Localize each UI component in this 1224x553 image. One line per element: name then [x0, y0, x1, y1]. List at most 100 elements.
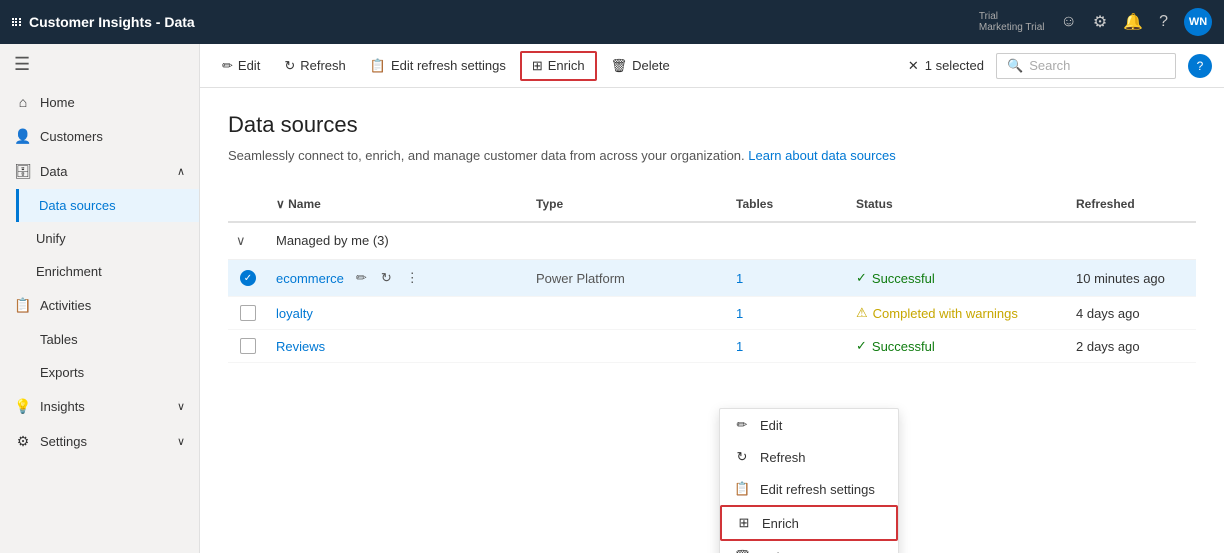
table-row: ✓ ecommerce ✏ ↻ ⋮ Power Platform 1: [228, 260, 1196, 297]
chevron-down-icon: ∨: [177, 435, 185, 448]
row-refreshed: 2 days ago: [1068, 335, 1224, 358]
app-title: Customer Insights - Data: [29, 14, 971, 30]
row-refresh-button[interactable]: ↻: [377, 268, 396, 288]
sidebar: ☰ ⌂ Home 👤 Customers 🗄 Data ∧ Data sourc…: [0, 44, 200, 553]
row-checkbox[interactable]: [240, 338, 256, 354]
context-menu-edit[interactable]: ✏ Edit: [720, 409, 898, 441]
edit-refresh-icon: 📋: [370, 58, 386, 74]
smiley-icon[interactable]: ☺: [1060, 13, 1076, 31]
layout: ☰ ⌂ Home 👤 Customers 🗄 Data ∧ Data sourc…: [0, 44, 1224, 553]
customers-icon: 👤: [14, 128, 32, 145]
sort-icon[interactable]: ∨: [276, 197, 285, 211]
row-more-button[interactable]: ⋮: [402, 268, 423, 288]
refresh-icon: ↻: [284, 58, 295, 74]
edit-icon: ✏: [222, 58, 233, 74]
delete-button[interactable]: 🗑 Delete: [601, 53, 680, 79]
col-refreshed: Refreshed: [1068, 193, 1224, 215]
table-header: ∨ Name Type Tables Status Refreshed: [228, 187, 1196, 223]
refresh-icon: ↻: [734, 449, 750, 465]
col-type: Type: [528, 193, 728, 215]
sidebar-item-enrichment[interactable]: Enrichment: [16, 255, 199, 288]
refresh-button[interactable]: ↻ Refresh: [274, 53, 355, 79]
sidebar-item-label: Data sources: [39, 198, 116, 213]
help-icon[interactable]: ?: [1159, 13, 1168, 31]
context-menu-edit-refresh[interactable]: 📋 Edit refresh settings: [720, 473, 898, 505]
toolbar-right: ✕ 1 selected 🔍 Search ?: [908, 53, 1212, 79]
toolbar: ✏ Edit ↻ Refresh 📋 Edit refresh settings…: [200, 44, 1224, 88]
bell-icon[interactable]: 🔔: [1123, 12, 1143, 32]
edit-button[interactable]: ✏ Edit: [212, 53, 270, 79]
table-row: Reviews 1 ✓ Successful 2 days ago: [228, 330, 1196, 363]
row-type: [528, 342, 728, 350]
context-menu-refresh[interactable]: ↻ Refresh: [720, 441, 898, 473]
insights-icon: 💡: [14, 398, 32, 415]
table-group-managed: ∨ Managed by me (3): [228, 223, 1196, 260]
sidebar-item-exports[interactable]: Exports: [0, 356, 199, 389]
edit-refresh-icon: 📋: [734, 481, 750, 497]
search-icon: 🔍: [1007, 58, 1023, 74]
sidebar-item-data-sources[interactable]: Data sources: [16, 189, 199, 222]
context-menu-enrich[interactable]: ⊞ Enrich: [720, 505, 898, 541]
settings-icon[interactable]: ⚙: [1093, 12, 1107, 32]
row-name-link[interactable]: ecommerce: [276, 271, 344, 286]
col-tables: Tables: [728, 193, 848, 215]
sidebar-item-label: Enrichment: [36, 264, 102, 279]
sidebar-item-settings[interactable]: ⚙ Settings ∨: [0, 424, 199, 459]
row-status: ⚠ Completed with warnings: [848, 301, 1068, 325]
chevron-down-icon: ∨: [177, 400, 185, 413]
sidebar-group-label: Settings: [40, 434, 87, 449]
delete-icon: 🗑: [611, 58, 628, 74]
sidebar-item-label: Customers: [40, 129, 103, 144]
content-area: Data sources Seamlessly connect to, enri…: [200, 88, 1224, 553]
row-edit-button[interactable]: ✏: [352, 268, 371, 288]
sidebar-item-label: Exports: [40, 365, 84, 380]
activities-icon: 📋: [14, 297, 32, 314]
edit-icon: ✏: [734, 417, 750, 433]
edit-refresh-button[interactable]: 📋 Edit refresh settings: [360, 53, 516, 79]
status-warn-icon: ⚠ Completed with warnings: [856, 305, 1060, 321]
data-icon: 🗄: [14, 163, 32, 180]
row-name-link[interactable]: loyalty: [276, 306, 313, 321]
learn-link[interactable]: Learn about data sources: [748, 148, 895, 163]
close-selection-icon[interactable]: ✕: [908, 58, 919, 74]
row-actions: ✏ ↻ ⋮: [352, 268, 423, 288]
enrich-button[interactable]: ⊞ Enrich: [520, 51, 597, 81]
sidebar-sub-data: Data sources Unify Enrichment: [0, 189, 199, 288]
group-label: Managed by me (3): [268, 229, 528, 253]
settings-nav-icon: ⚙: [14, 433, 32, 450]
sidebar-item-home[interactable]: ⌂ Home: [0, 85, 199, 119]
sidebar-toggle[interactable]: ☰: [0, 44, 199, 85]
row-checkbox[interactable]: ✓: [240, 270, 256, 286]
avatar[interactable]: WN: [1184, 8, 1212, 36]
waffle-icon[interactable]: [12, 18, 21, 27]
selection-count: ✕ 1 selected: [908, 58, 984, 74]
col-status: Status: [848, 193, 1068, 215]
sidebar-item-activities[interactable]: 📋 Activities: [0, 288, 199, 323]
collapse-icon[interactable]: ∨: [236, 233, 246, 248]
sidebar-item-insights[interactable]: 💡 Insights ∨: [0, 389, 199, 424]
sidebar-item-tables[interactable]: Tables: [0, 323, 199, 356]
row-status: ✓ Successful: [848, 334, 1068, 358]
sidebar-item-customers[interactable]: 👤 Customers: [0, 119, 199, 154]
main-content: ✏ Edit ↻ Refresh 📋 Edit refresh settings…: [200, 44, 1224, 553]
search-box[interactable]: 🔍 Search: [996, 53, 1176, 79]
row-type: Power Platform: [528, 267, 728, 290]
page-subtitle: Seamlessly connect to, enrich, and manag…: [228, 148, 1196, 163]
row-tables: 1: [728, 335, 848, 358]
enrich-icon: ⊞: [532, 58, 543, 74]
help-circle-icon: ?: [1188, 54, 1212, 78]
topnav-right: Trial Marketing Trial ☺ ⚙ 🔔 ? WN: [979, 8, 1212, 36]
sidebar-item-label: Unify: [36, 231, 66, 246]
row-checkbox[interactable]: [240, 305, 256, 321]
row-tables: 1: [728, 267, 848, 290]
context-menu-delete[interactable]: 🗑 Delete: [720, 541, 898, 553]
row-name-link[interactable]: Reviews: [276, 339, 325, 354]
sidebar-item-label: Home: [40, 95, 75, 110]
sidebar-item-unify[interactable]: Unify: [16, 222, 199, 255]
data-table: ∨ Name Type Tables Status Refreshed ∨ Ma…: [228, 187, 1196, 363]
sidebar-item-data[interactable]: 🗄 Data ∧: [0, 154, 199, 189]
enrich-icon: ⊞: [736, 515, 752, 531]
sidebar-item-label: Tables: [40, 332, 78, 347]
table-row: loyalty 1 ⚠ Completed with warnings 4 da…: [228, 297, 1196, 330]
row-tables: 1: [728, 302, 848, 325]
